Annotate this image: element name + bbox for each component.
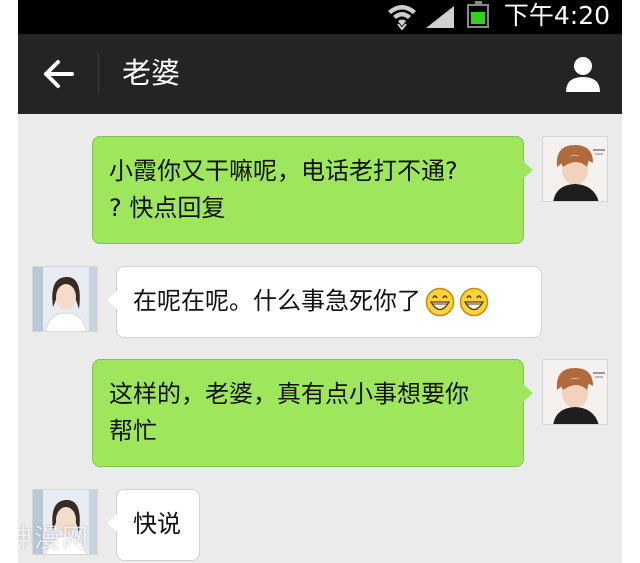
chat-title: 老婆 (122, 56, 181, 90)
my-avatar[interactable] (542, 136, 608, 202)
cellular-signal-icon (426, 6, 454, 28)
message-text: 快说 (133, 510, 181, 538)
contact-avatar[interactable] (32, 266, 98, 332)
wifi-icon (388, 5, 416, 30)
message-list: 小霞你又干嘛呢，电话老打不通? ? 快点回复 在呢在呢。什么事急死你了 这样的，… (18, 114, 622, 563)
status-bar: 下午4:20 (18, 0, 622, 34)
battery-level (471, 12, 485, 24)
chat-title-bar: 老婆 (18, 34, 622, 114)
incoming-message-bubble[interactable]: 快说 (107, 489, 200, 561)
message-text-line: 小霞你又干嘛呢，电话老打不通? (109, 157, 458, 185)
battery-icon (467, 1, 489, 28)
watermark: 神漫网 (18, 524, 91, 554)
outgoing-message-bubble[interactable]: 小霞你又干嘛呢，电话老打不通? ? 快点回复 (92, 136, 533, 244)
grin-emoji (459, 287, 489, 317)
outgoing-message-bubble[interactable]: 这样的，老婆，真有点小事想要你 帮忙 (92, 359, 533, 467)
status-time: 下午4:20 (503, 1, 610, 30)
person-icon[interactable] (563, 54, 603, 94)
arrow-left-icon[interactable] (38, 56, 84, 92)
phone-screen: 下午4:20 老婆 小霞你又干嘛呢，电话老打不通? ? 快点回复 在呢在呢。什么… (18, 0, 622, 563)
incoming-message-bubble[interactable]: 在呢在呢。什么事急死你了 (107, 266, 542, 338)
my-avatar[interactable] (542, 359, 608, 425)
message-text-line: ? 快点回复 (109, 194, 226, 222)
grin-emoji (425, 287, 455, 317)
title-divider (98, 54, 99, 94)
message-text-line: 帮忙 (109, 417, 157, 445)
message-text-line: 这样的，老婆，真有点小事想要你 (109, 380, 469, 408)
message-text: 在呢在呢。什么事急死你了 (133, 287, 421, 315)
